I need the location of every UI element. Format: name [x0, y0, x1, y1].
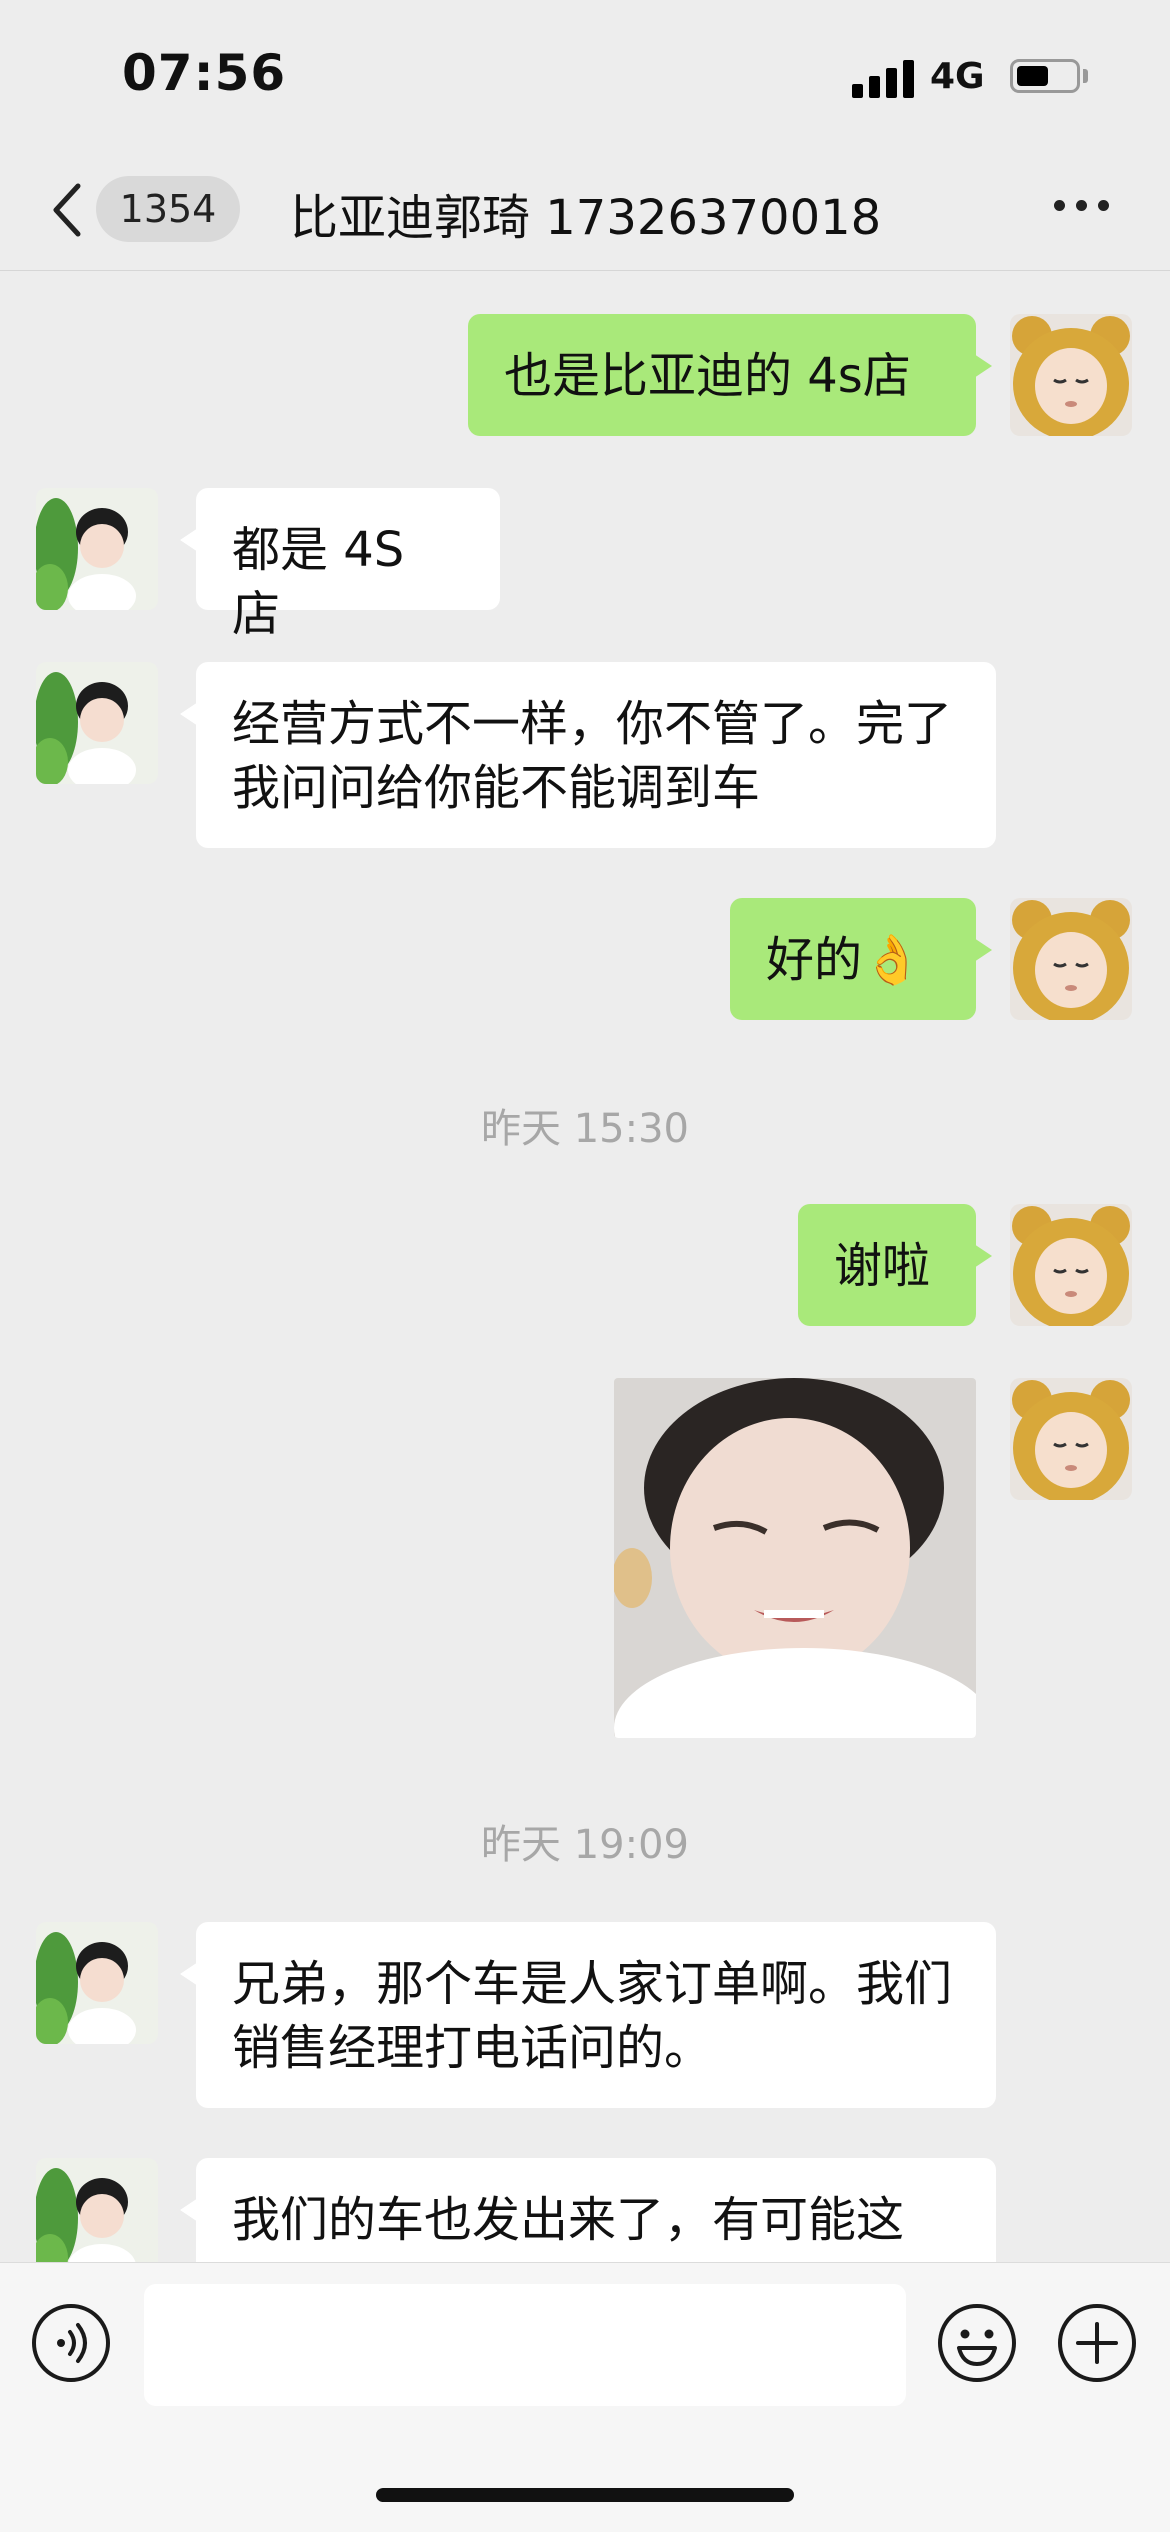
- voice-icon-glyph: [32, 2304, 110, 2382]
- sticker-image[interactable]: [614, 1378, 976, 1738]
- signal-icon: [852, 58, 916, 98]
- message-text: 也是比亚迪的 4s店: [504, 348, 911, 404]
- message-bubble-sent[interactable]: 好的👌: [730, 898, 992, 1020]
- home-indicator[interactable]: [376, 2488, 794, 2502]
- more-icon[interactable]: [1052, 196, 1112, 216]
- status-bar: 07:56 4G: [0, 0, 1170, 150]
- contact-avatar[interactable]: [36, 1922, 158, 2044]
- avatar-image: [1010, 314, 1132, 436]
- contact-avatar[interactable]: [36, 488, 158, 610]
- battery-icon: [1010, 59, 1080, 93]
- avatar-image: [1010, 1204, 1132, 1326]
- voice-icon[interactable]: [30, 2302, 112, 2384]
- contact-avatar[interactable]: [36, 662, 158, 784]
- unread-count-badge[interactable]: 1354: [96, 176, 240, 242]
- self-avatar[interactable]: [1010, 1378, 1132, 1500]
- message-bubble-received[interactable]: 都是 4S 店: [180, 488, 500, 642]
- chat-timestamp: 昨天 15:30: [481, 1106, 689, 1152]
- chevron-left-icon: [53, 183, 81, 237]
- emoji-icon[interactable]: [936, 2302, 1018, 2384]
- emoji-icon-glyph: [938, 2304, 1016, 2382]
- avatar-image: [36, 488, 158, 610]
- plus-icon[interactable]: [1056, 2302, 1138, 2384]
- message-text: 经营方式不一样，你不管了。完了我问问给你能不能调到车: [232, 696, 953, 816]
- plus-icon-glyph: [1058, 2304, 1136, 2382]
- avatar-image: [36, 1922, 158, 2044]
- self-avatar[interactable]: [1010, 1204, 1132, 1326]
- avatar-image: [36, 662, 158, 784]
- avatar-image: [1010, 1378, 1132, 1500]
- chat-screen: 07:56 4G 1354 比亚迪郭琦 17326370018 也是比亚迪的 4…: [0, 0, 1170, 2532]
- message-input[interactable]: [144, 2284, 906, 2406]
- message-bubble-sent[interactable]: 谢啦: [798, 1204, 992, 1326]
- message-bubble-received[interactable]: 经营方式不一样，你不管了。完了我问问给你能不能调到车: [180, 662, 996, 848]
- chat-timestamp: 昨天 19:09: [481, 1822, 689, 1868]
- self-avatar[interactable]: [1010, 314, 1132, 436]
- message-text: 谢啦: [834, 1238, 931, 1294]
- battery-level: [1017, 66, 1048, 86]
- status-time: 07:56: [122, 44, 287, 102]
- message-text: 都是 4S 店: [232, 522, 405, 642]
- message-text: 兄弟，那个车是人家订单啊。我们销售经理打电话问的。: [232, 1956, 953, 2076]
- toddler-sticker-image: [614, 1378, 976, 1738]
- back-button[interactable]: [48, 180, 88, 240]
- message-text: 好的👌: [766, 932, 922, 988]
- avatar-image: [1010, 898, 1132, 1020]
- battery-tip: [1083, 69, 1088, 83]
- network-type: 4G: [930, 56, 985, 97]
- self-avatar[interactable]: [1010, 898, 1132, 1020]
- message-bubble-sent[interactable]: 也是比亚迪的 4s店: [468, 314, 992, 436]
- message-bubble-received[interactable]: 兄弟，那个车是人家订单啊。我们销售经理打电话问的。: [180, 1922, 996, 2108]
- chat-title: 比亚迪郭琦 17326370018: [290, 190, 882, 246]
